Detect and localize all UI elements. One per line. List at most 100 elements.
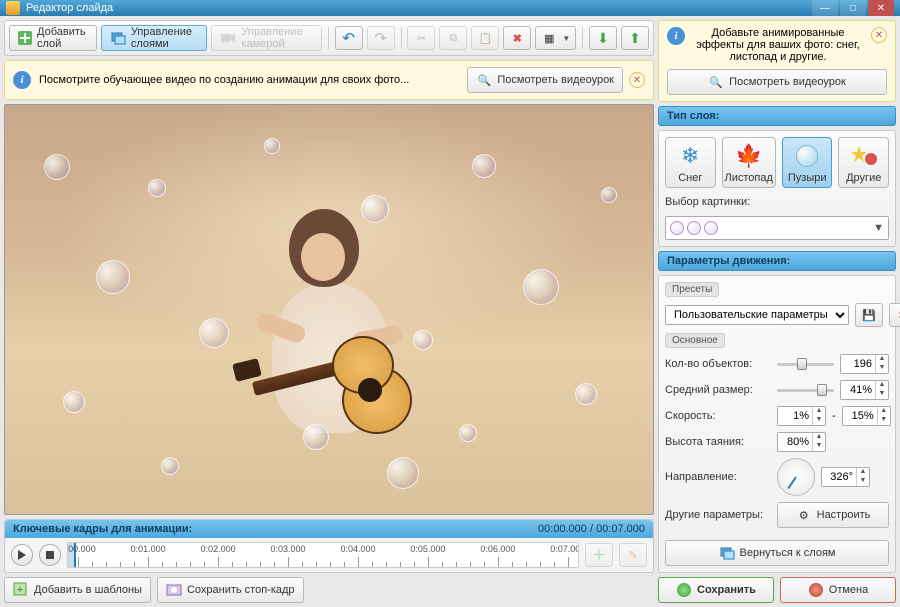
save-frame-button[interactable]: Сохранить стоп-кадр <box>157 577 304 603</box>
size-spinner[interactable]: ▲▼ <box>840 380 889 400</box>
count-spinner[interactable]: ▲▼ <box>840 354 889 374</box>
type-leaves[interactable]: 🍁 Листопад <box>722 137 776 188</box>
delete-button[interactable]: ✖ <box>503 26 531 50</box>
type-leaves-label: Листопад <box>725 172 773 184</box>
cancel-icon <box>808 582 824 598</box>
count-input[interactable] <box>841 355 875 373</box>
ok-icon <box>676 582 692 598</box>
type-bubbles[interactable]: Пузыри <box>782 137 833 188</box>
speed-to-spinner[interactable]: ▲▼ <box>842 406 891 426</box>
size-label: Средний размер: <box>665 384 771 396</box>
type-snow-label: Снег <box>678 172 702 184</box>
layers-icon <box>110 30 126 46</box>
back-to-layers-button[interactable]: Вернуться к слоям <box>665 540 889 566</box>
magnifier-icon: 🔍 <box>476 72 492 88</box>
speed-to-input[interactable] <box>843 407 877 425</box>
main-group-label: Основное <box>665 333 725 348</box>
configure-other-button[interactable]: ⚙ Настроить <box>777 502 889 528</box>
save-frame-label: Сохранить стоп-кадр <box>187 584 295 596</box>
count-label: Кол-во объектов: <box>665 358 771 370</box>
preset-select[interactable]: Пользовательские параметры <box>665 305 849 325</box>
size-input[interactable] <box>841 381 875 399</box>
type-snow[interactable]: ❄ Снег <box>665 137 716 188</box>
watch-tutorial-label: Посмотреть видеоурок <box>497 74 614 86</box>
timeline-total: 00:07.000 <box>596 523 645 535</box>
svg-text:+: + <box>17 584 23 596</box>
info-text: Посмотрите обучающее видео по созданию а… <box>39 74 409 86</box>
preset-save-button[interactable]: 💾 <box>855 303 883 327</box>
tick <box>428 557 429 567</box>
tick <box>148 557 149 567</box>
direction-spinner[interactable]: ▲▼ <box>821 467 870 487</box>
play-button[interactable] <box>11 544 33 566</box>
back-to-layers-label: Вернуться к слоям <box>740 547 836 559</box>
speed-from-spinner[interactable]: ▲▼ <box>777 406 826 426</box>
close-button[interactable]: ✕ <box>868 0 894 16</box>
direction-dial[interactable] <box>777 458 815 496</box>
cut-icon: ✂ <box>413 30 429 46</box>
size-slider[interactable] <box>777 383 834 397</box>
maximize-button[interactable]: □ <box>840 0 866 16</box>
add-layer-button[interactable]: Добавить слой <box>9 25 97 51</box>
tick-label: 0:04.000 <box>340 544 375 554</box>
paste-button[interactable]: 📋 <box>471 26 499 50</box>
timeline-header: Ключевые кадры для анимации: 00:00.000 /… <box>5 520 653 538</box>
snapshot-icon <box>166 582 182 598</box>
manage-layers-button[interactable]: Управление слоями <box>101 25 208 51</box>
minimize-button[interactable]: — <box>812 0 838 16</box>
count-slider[interactable] <box>777 357 834 371</box>
info-close-button[interactable]: ✕ <box>629 72 645 88</box>
presets-group-label: Пресеты <box>665 282 719 297</box>
info-icon: i <box>13 71 31 89</box>
type-bubbles-label: Пузыри <box>788 172 827 184</box>
fit-button[interactable]: ▦▼ <box>535 26 576 50</box>
add-to-templates-label: Добавить в шаблоны <box>34 584 142 596</box>
speed-from-input[interactable] <box>778 407 812 425</box>
redo-button[interactable]: ↷ <box>367 26 395 50</box>
tick-label: 0:07.000 <box>550 544 579 554</box>
save-icon: 💾 <box>861 307 877 323</box>
watch-tutorial-button-right[interactable]: 🔍 Посмотреть видеоурок <box>667 69 887 95</box>
paste-icon: 📋 <box>477 30 493 46</box>
other-params-label: Другие параметры: <box>665 509 771 521</box>
type-other[interactable]: Другие <box>838 137 889 188</box>
tick-label: 0:00.000 <box>67 544 96 554</box>
picture-dropdown[interactable]: ▼ <box>665 216 889 240</box>
layer-up-button[interactable]: ⬆ <box>621 26 649 50</box>
template-icon: + <box>13 582 29 598</box>
watch-tutorial-button[interactable]: 🔍 Посмотреть видеоурок <box>467 67 623 93</box>
add-keyframe-button[interactable]: ＋ <box>585 543 613 567</box>
layer-type-row: ❄ Снег 🍁 Листопад Пузыри Другие <box>665 137 889 188</box>
layers-icon <box>719 545 735 561</box>
main-toolbar: Добавить слой Управление слоями Управлен… <box>4 20 654 56</box>
copy-button[interactable]: ⧉ <box>439 26 467 50</box>
speed-label: Скорость: <box>665 410 771 422</box>
tick <box>218 557 219 567</box>
manage-camera-button[interactable]: Управление камерой <box>211 25 322 51</box>
type-other-label: Другие <box>846 172 881 184</box>
magnifier-icon: 🔍 <box>708 74 724 90</box>
timeline-ruler[interactable]: 0:00.0000:01.0000:02.0000:03.0000:04.000… <box>67 542 579 568</box>
cancel-button[interactable]: Отмена <box>780 577 896 603</box>
direction-input[interactable] <box>822 468 856 486</box>
stop-button[interactable] <box>39 544 61 566</box>
add-to-templates-button[interactable]: + Добавить в шаблоны <box>4 577 151 603</box>
bubble-preview-icon <box>704 221 718 235</box>
effects-info-close[interactable]: ✕ <box>871 27 887 43</box>
slide-preview[interactable] <box>4 104 654 515</box>
preset-delete-button[interactable]: ✖ <box>889 303 900 327</box>
save-button[interactable]: Сохранить <box>658 577 774 603</box>
gear-icon: ⚙ <box>796 507 812 523</box>
delete-icon: ✖ <box>509 30 525 46</box>
layer-down-button[interactable]: ⬇ <box>589 26 617 50</box>
configure-other-label: Настроить <box>817 509 871 521</box>
melt-input[interactable] <box>778 433 812 451</box>
window-title: Редактор слайда <box>26 2 113 14</box>
manage-camera-label: Управление камерой <box>241 26 313 50</box>
melt-spinner[interactable]: ▲▼ <box>777 432 826 452</box>
cut-button[interactable]: ✂ <box>407 26 435 50</box>
edit-keyframe-button[interactable]: ✎ <box>619 543 647 567</box>
cancel-label: Отмена <box>829 584 868 596</box>
undo-button[interactable]: ↶ <box>335 26 363 50</box>
melt-label: Высота таяния: <box>665 436 771 448</box>
